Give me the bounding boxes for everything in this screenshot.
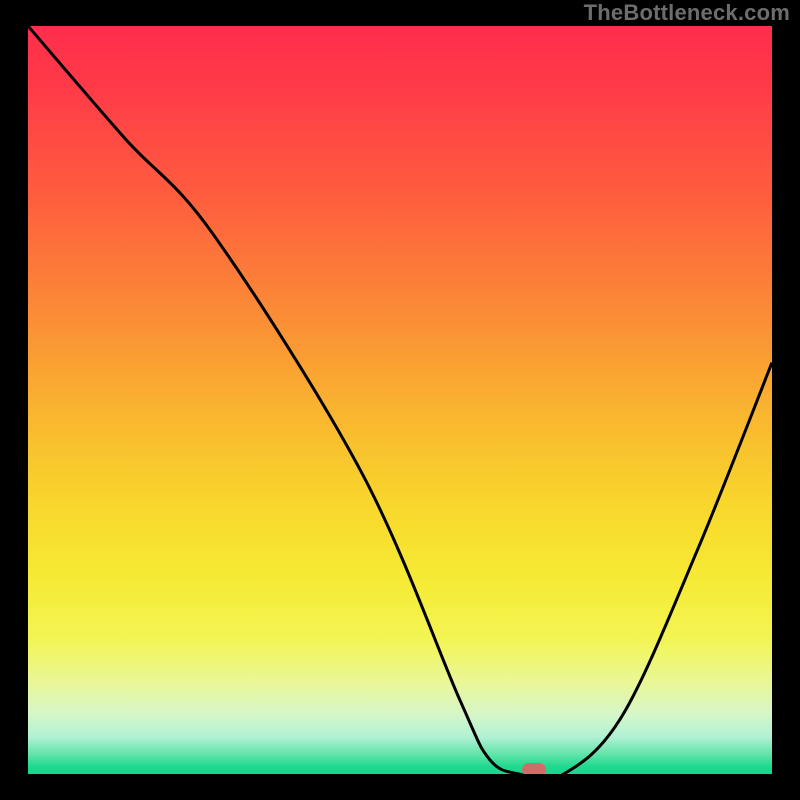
bottleneck-curve bbox=[28, 26, 772, 774]
optimal-point-marker bbox=[522, 763, 546, 774]
curve-layer bbox=[28, 26, 772, 774]
watermark-text: TheBottleneck.com bbox=[584, 0, 790, 26]
chart-frame: TheBottleneck.com bbox=[0, 0, 800, 800]
plot-area bbox=[28, 26, 772, 774]
